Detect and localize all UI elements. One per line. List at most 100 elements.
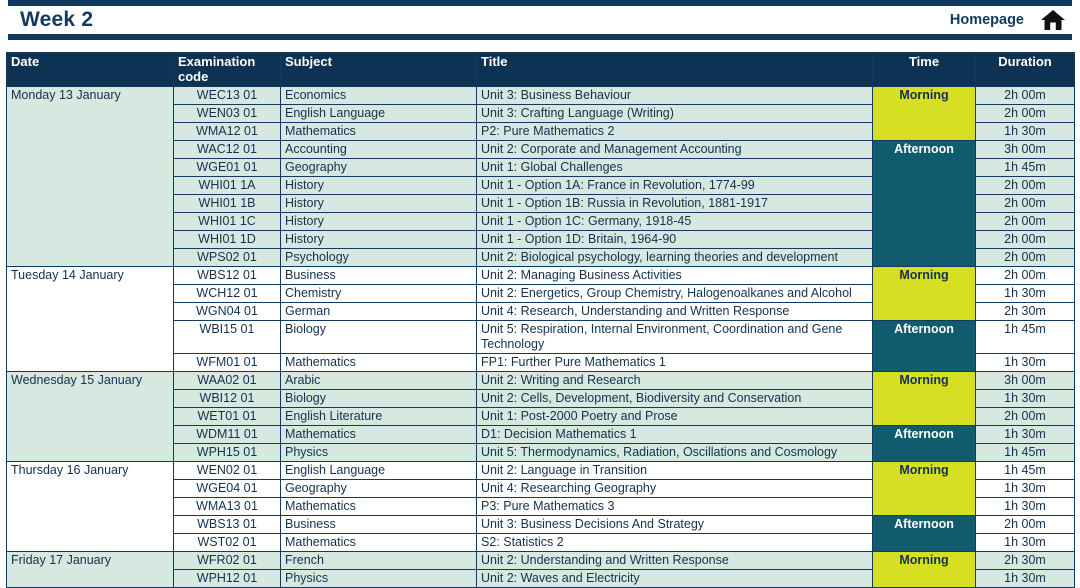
duration-cell: 1h 30m (975, 497, 1075, 516)
duration-cell: 2h 00m (975, 266, 1075, 285)
subject-cell: Biology (280, 389, 477, 408)
column-header-time: Time (872, 52, 976, 87)
exam-code-cell: WEC13 01 (173, 86, 281, 105)
subject-cell: French (280, 551, 477, 570)
exam-code-cell: WMA12 01 (173, 122, 281, 141)
duration-cell: 1h 30m (975, 425, 1075, 444)
table-row: Tuesday 14 January WBS12 01 Business Unit 2… (6, 266, 1075, 372)
page-banner: Week 2 Homepage (8, 0, 1072, 40)
subject-cell: Business (280, 266, 477, 285)
exam-timetable: Date Examination code Subject Title Time… (6, 52, 1075, 588)
exam-code-cell: WHI01 1B (173, 194, 281, 213)
exam-title-cell: Unit 4: Researching Geography (476, 479, 873, 498)
session-time-cell: Morning (872, 551, 976, 588)
exam-title-cell: Unit 2: Biological psychology, learning … (476, 248, 873, 267)
exam-date-cell: Wednesday 15 January (6, 371, 174, 462)
subject-cell: History (280, 176, 477, 195)
exam-date-cell: Friday 17 January (6, 551, 174, 588)
exam-code-cell: WMA13 01 (173, 497, 281, 516)
banner-spacer (0, 40, 1080, 52)
session-time-cell: Morning (872, 86, 976, 141)
exam-date-cell: Tuesday 14 January (6, 266, 174, 372)
subject-cell: Economics (280, 86, 477, 105)
exam-code-cell: WPS02 01 (173, 248, 281, 267)
exam-code-cell: WFR02 01 (173, 551, 281, 570)
subject-cell: Mathematics (280, 353, 477, 372)
exam-title-cell: Unit 5: Thermodynamics, Radiation, Oscil… (476, 443, 873, 462)
column-header-subject: Subject (280, 52, 477, 87)
subject-cell: Accounting (280, 140, 477, 159)
exam-title-cell: P3: Pure Mathematics 3 (476, 497, 873, 516)
subject-cell: Arabic (280, 371, 477, 390)
duration-cell: 1h 45m (975, 158, 1075, 177)
subject-cell: History (280, 230, 477, 249)
exam-title-cell: Unit 2: Understanding and Written Respon… (476, 551, 873, 570)
exam-title-cell: Unit 1 - Option 1A: France in Revolution… (476, 176, 873, 195)
subject-cell: Geography (280, 479, 477, 498)
exam-code-cell: WEN03 01 (173, 104, 281, 123)
subject-cell: Mathematics (280, 425, 477, 444)
table-head: Date Examination code Subject Title Time… (6, 52, 1075, 87)
exam-title-cell: Unit 2: Waves and Electricity (476, 569, 873, 588)
duration-cell: 2h 00m (975, 176, 1075, 195)
table-row: Wednesday 15 January WAA02 01 Arabic Unit 2… (6, 371, 1075, 462)
duration-cell: 2h 30m (975, 551, 1075, 570)
exam-title-cell: Unit 2: Managing Business Activities (476, 266, 873, 285)
column-header-duration: Duration (975, 52, 1075, 87)
subject-cell: Mathematics (280, 533, 477, 552)
duration-cell: 1h 45m (975, 461, 1075, 480)
exam-title-cell: FP1: Further Pure Mathematics 1 (476, 353, 873, 372)
exam-code-cell: WST02 01 (173, 533, 281, 552)
exam-code-cell: WAC12 01 (173, 140, 281, 159)
duration-cell: 1h 30m (975, 122, 1075, 141)
exam-title-cell: P2: Pure Mathematics 2 (476, 122, 873, 141)
exam-title-cell: Unit 3: Crafting Language (Writing) (476, 104, 873, 123)
duration-cell: 2h 00m (975, 407, 1075, 426)
exam-code-cell: WBI12 01 (173, 389, 281, 408)
table-header-row: Date Examination code Subject Title Time… (6, 52, 1075, 87)
exam-title-cell: Unit 4: Research, Understanding and Writ… (476, 302, 873, 321)
column-header-title: Title (476, 52, 873, 87)
exam-code-cell: WDM11 01 (173, 425, 281, 444)
subject-cell: German (280, 302, 477, 321)
subject-cell: History (280, 194, 477, 213)
exam-title-cell: Unit 3: Business Behaviour (476, 86, 873, 105)
exam-title-cell: Unit 2: Energetics, Group Chemistry, Hal… (476, 284, 873, 303)
exam-code-cell: WBI15 01 (173, 320, 281, 354)
subject-cell: Business (280, 515, 477, 534)
subject-cell: English Language (280, 104, 477, 123)
exam-code-cell: WGE01 01 (173, 158, 281, 177)
homepage-link[interactable]: Homepage (950, 12, 1024, 28)
exam-title-cell: Unit 1: Global Challenges (476, 158, 873, 177)
duration-cell: 2h 30m (975, 302, 1075, 321)
subject-cell: History (280, 212, 477, 231)
exam-title-cell: Unit 2: Writing and Research (476, 371, 873, 390)
subject-cell: English Literature (280, 407, 477, 426)
exam-code-cell: WPH12 01 (173, 569, 281, 588)
subject-cell: Psychology (280, 248, 477, 267)
duration-cell: 1h 30m (975, 479, 1075, 498)
exam-title-cell: Unit 2: Language in Transition (476, 461, 873, 480)
session-time-cell: Morning (872, 461, 976, 516)
session-time-cell: Morning (872, 371, 976, 426)
page-title: Week 2 (20, 8, 94, 31)
subject-cell: Biology (280, 320, 477, 354)
exam-code-cell: WHI01 1D (173, 230, 281, 249)
duration-cell: 2h 00m (975, 515, 1075, 534)
exam-date-cell: Thursday 16 January (6, 461, 174, 552)
duration-cell: 1h 45m (975, 320, 1075, 354)
subject-cell: Physics (280, 443, 477, 462)
subject-cell: Mathematics (280, 497, 477, 516)
exam-code-cell: WHI01 1A (173, 176, 281, 195)
subject-cell: Geography (280, 158, 477, 177)
exam-timetable-page: Week 2 Homepage Date Examination code Su… (0, 0, 1080, 588)
column-header-date: Date (6, 52, 174, 87)
duration-cell: 2h 00m (975, 230, 1075, 249)
session-time-cell: Afternoon (872, 515, 976, 552)
exam-code-cell: WCH12 01 (173, 284, 281, 303)
duration-cell: 2h 00m (975, 212, 1075, 231)
home-icon[interactable] (1040, 9, 1066, 31)
duration-cell: 2h 00m (975, 86, 1075, 105)
exam-code-line1: Examination (178, 54, 256, 69)
duration-cell: 2h 00m (975, 194, 1075, 213)
